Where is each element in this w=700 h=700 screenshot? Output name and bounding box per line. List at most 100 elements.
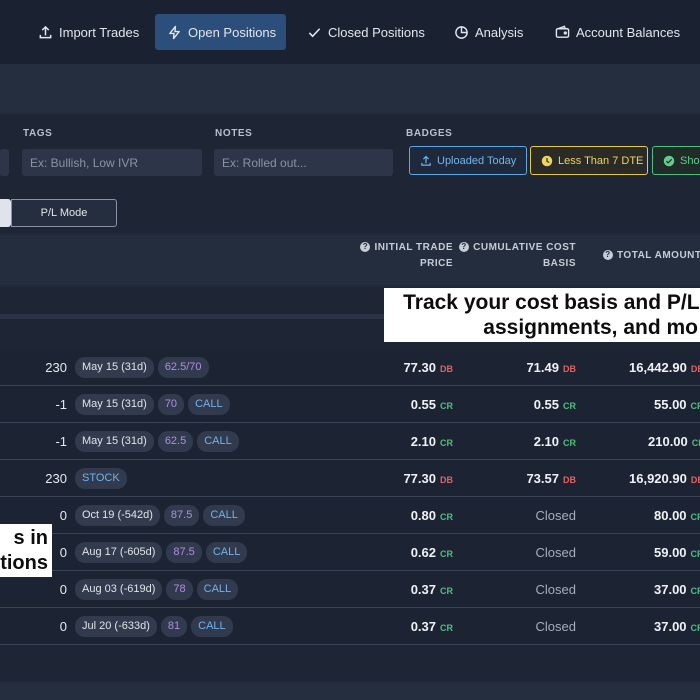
tab-label: Account Balances — [576, 24, 681, 40]
tab-analysis[interactable]: Analysis — [442, 14, 534, 50]
quantity-cell: 230 — [45, 471, 67, 486]
option-type-pill: CALL — [188, 394, 230, 415]
table-footer — [0, 646, 700, 682]
table-row[interactable]: 0 Aug 03 (-619d) 78 CALL 0.37 CR Closed 3… — [0, 571, 700, 608]
credit-tag: CR — [440, 586, 453, 596]
tab-label: Closed Positions — [328, 24, 425, 40]
initial-price-cell: 2.10 CR — [410, 434, 453, 449]
search-input-partial[interactable] — [0, 149, 9, 176]
notes-placeholder: Ex: Rolled out... — [222, 155, 307, 170]
total-amount-cell: 16,920.90DB — [629, 460, 700, 497]
debit-tag: DB — [690, 475, 700, 485]
badges-label: BADGES — [406, 128, 453, 139]
badge-less-than-7-dte[interactable]: Less Than 7 DTE — [530, 146, 648, 175]
pl-mode-button[interactable]: P/L Mode — [11, 199, 117, 227]
expiration-pill: May 15 (31d) — [75, 394, 154, 415]
leg-details: Jul 20 (-633d) 81 CALL — [75, 616, 233, 637]
initial-price-cell: 0.80 CR — [410, 508, 453, 523]
leg-details: May 15 (31d) 62.5/70 — [75, 357, 209, 378]
promo-callout-left: s in tions — [0, 524, 52, 577]
badge-show[interactable]: Sho — [652, 146, 700, 175]
tab-closed-positions[interactable]: Closed Positions — [295, 14, 435, 50]
quantity-cell: 230 — [45, 360, 67, 375]
quantity-cell: 0 — [59, 545, 67, 560]
total-amount-cell: 80.00CR — [654, 497, 700, 534]
strike-pill: 87.5 — [166, 542, 202, 563]
cost-basis-cell: 2.10 CR — [533, 434, 576, 449]
table-row[interactable]: 0 Jul 20 (-633d) 81 CALL 0.37 CR Closed 3… — [0, 608, 700, 645]
badge-label: Less Than 7 DTE — [558, 154, 644, 167]
notes-input[interactable]: Ex: Rolled out... — [214, 149, 393, 176]
table-row[interactable]: 0 Oct 19 (-542d) 87.5 CALL 0.80 CR Closed… — [0, 497, 700, 534]
quantity-cell: -1 — [55, 397, 67, 412]
help-icon[interactable]: ? — [360, 242, 371, 252]
debit-tag: DB — [563, 364, 576, 374]
debit-tag: DB — [440, 364, 453, 374]
top-navigation: Import Trades Open Positions Closed Posi… — [0, 0, 700, 64]
help-icon[interactable]: ? — [459, 242, 470, 252]
tab-import-trades[interactable]: Import Trades — [26, 14, 150, 50]
credit-tag: CR — [440, 623, 453, 633]
leg-details: STOCK — [75, 468, 127, 489]
table-header — [0, 234, 700, 286]
initial-price-cell: 0.37 CR — [410, 619, 453, 634]
initial-price-cell: 77.30 DB — [403, 360, 453, 375]
credit-tag: CR — [690, 512, 700, 522]
total-amount-cell: 55.00CR — [654, 386, 700, 423]
mode-option-active[interactable] — [0, 199, 11, 227]
total-amount-cell: 210.00CR — [648, 423, 700, 460]
quantity-cell: 0 — [59, 619, 67, 634]
initial-price-cell: 77.30 DB — [403, 471, 453, 486]
stock-pill: STOCK — [75, 468, 127, 489]
tab-account-balances[interactable]: Account Balances — [543, 14, 700, 50]
credit-tag: CR — [440, 438, 453, 448]
strike-pill: 81 — [160, 616, 188, 637]
credit-tag: CR — [440, 512, 453, 522]
upload-icon — [421, 155, 431, 166]
expiration-pill: May 15 (31d) — [75, 357, 154, 378]
column-header-cumulative-cost-basis[interactable]: ? CUMULATIVE COST BASIS — [457, 240, 576, 272]
initial-price-cell: 0.62 CR — [410, 545, 453, 560]
table-row[interactable]: -1 May 15 (31d) 62.5 CALL 2.10 CR 2.10 CR … — [0, 423, 700, 460]
callout-line: s in — [13, 527, 48, 549]
total-amount-cell: 59.00CR — [654, 534, 700, 571]
option-type-pill: CALL — [191, 616, 233, 637]
cost-basis-cell: Closed — [535, 619, 576, 634]
badge-uploaded-today[interactable]: Uploaded Today — [409, 146, 527, 175]
notes-label: NOTES — [215, 128, 253, 139]
help-icon[interactable]: ? — [603, 250, 613, 260]
callout-line: Track your cost basis and P/L t — [403, 291, 700, 314]
tab-label: Import Trades — [59, 24, 140, 40]
cost-basis-cell: 0.55 CR — [533, 397, 576, 412]
tab-open-positions[interactable]: Open Positions — [155, 14, 286, 50]
upload-icon — [39, 25, 52, 38]
strike-pill: 70 — [157, 394, 185, 415]
strike-pill: 62.5 — [157, 431, 194, 452]
credit-tag: CR — [690, 586, 700, 596]
strike-pill: 78 — [166, 579, 193, 600]
expiration-pill: Oct 19 (-542d) — [75, 505, 160, 526]
credit-tag: CR — [690, 549, 700, 559]
initial-price-cell: 0.55 CR — [410, 397, 453, 412]
credit-tag: CR — [691, 438, 700, 448]
table-row[interactable]: 0 Aug 17 (-605d) 87.5 CALL 0.62 CR Closed… — [0, 534, 700, 571]
clock-icon — [541, 155, 553, 166]
tags-label: TAGS — [23, 128, 53, 139]
leg-details: Oct 19 (-542d) 87.5 CALL — [75, 505, 245, 526]
table-row[interactable]: -1 May 15 (31d) 70 CALL 0.55 CR 0.55 CR 55… — [0, 386, 700, 423]
credit-tag: CR — [563, 401, 576, 411]
debit-tag: DB — [440, 475, 453, 485]
tags-input[interactable]: Ex: Bullish, Low IVR — [22, 149, 202, 176]
cost-basis-cell: Closed — [535, 508, 576, 523]
leg-details: May 15 (31d) 70 CALL — [75, 394, 230, 415]
initial-price-cell: 0.37 CR — [410, 582, 453, 597]
table-row[interactable]: 230 May 15 (31d) 62.5/70 77.30 DB 71.49 DB… — [0, 349, 700, 386]
table-row[interactable]: 230 STOCK 77.30DB 73.57DB 16,920.90DB — [0, 460, 700, 497]
column-header-initial-trade-price[interactable]: ? INITIAL TRADE PRICE — [360, 240, 453, 272]
toolbar-band — [0, 64, 700, 114]
callout-line: tions — [0, 552, 48, 574]
tab-label: Analysis — [475, 24, 524, 40]
promo-callout: Track your cost basis and P/L t assignme… — [384, 288, 700, 342]
pie-chart-icon — [455, 25, 468, 39]
column-header-total-amount[interactable]: ? TOTAL AMOUNT — [603, 248, 700, 264]
